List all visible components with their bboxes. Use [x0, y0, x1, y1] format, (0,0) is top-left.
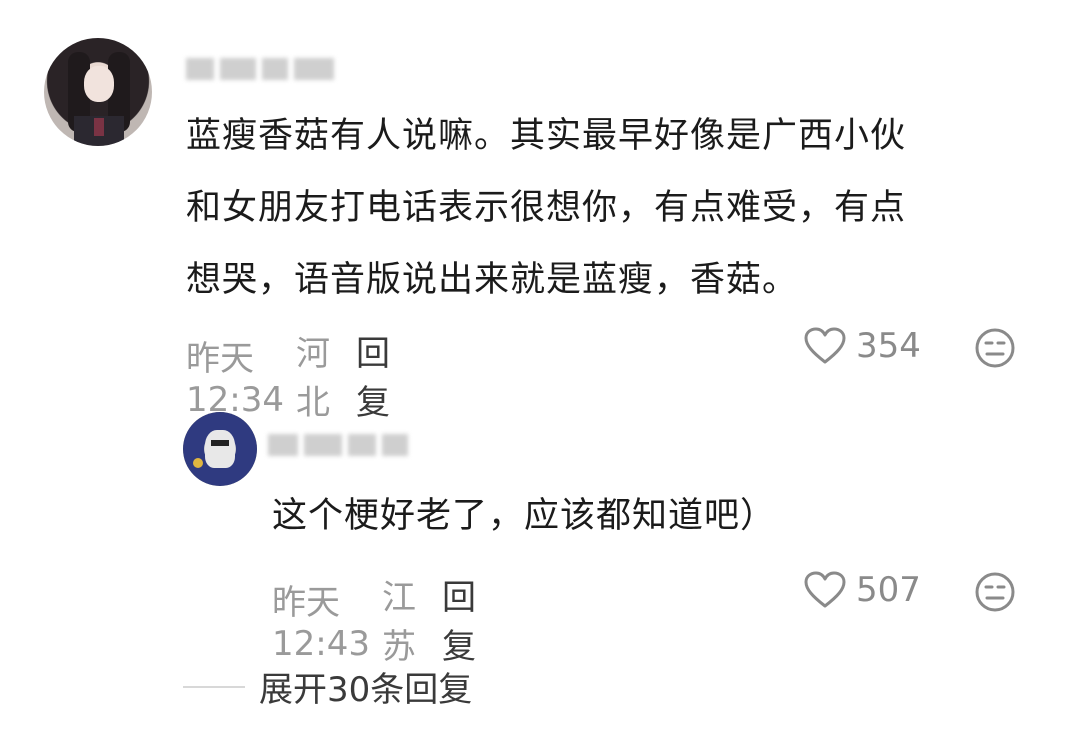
reply-button[interactable]: 回复 [442, 570, 476, 668]
comment-location: 河北 [295, 334, 330, 423]
expand-replies-button[interactable]: 展开30条回复 [183, 662, 472, 711]
avatar-figure [205, 430, 235, 468]
comment-time: 昨天 12:34 [186, 338, 284, 420]
avatar-figure-accent [193, 458, 203, 468]
avatar[interactable] [183, 412, 257, 486]
comment-text: 蓝瘦香菇有人说嘛。其实最早好像是广西小伙 和女朋友打电话表示很想你，有点难受，有… [186, 116, 907, 300]
avatar-figure-detail [211, 440, 229, 446]
reply-location: 江苏 [381, 578, 416, 667]
reply-time: 昨天 12:43 [272, 582, 370, 664]
heart-outline-icon [804, 571, 846, 608]
username-redacted[interactable] [186, 52, 334, 86]
dislike-button[interactable] [974, 571, 1016, 617]
reply-button[interactable]: 回复 [356, 326, 390, 424]
avatar-face [84, 66, 114, 102]
meh-face-icon [975, 572, 1015, 612]
like-button[interactable]: 354 [804, 326, 921, 366]
like-count: 354 [856, 326, 921, 366]
reply-text: 这个梗好老了，应该都知道吧） [272, 496, 777, 536]
divider-line [183, 685, 245, 688]
heart-outline-icon [804, 327, 846, 364]
comment-meta: 昨天 12:34 河北 回复 [186, 326, 390, 424]
reply-meta: 昨天 12:43 江苏 回复 [272, 570, 476, 668]
like-button[interactable]: 507 [804, 570, 921, 610]
avatar-tie [94, 118, 104, 136]
dislike-button[interactable] [974, 327, 1016, 373]
username-redacted[interactable] [268, 428, 408, 462]
meh-face-icon [975, 328, 1015, 368]
avatar[interactable] [44, 38, 152, 146]
expand-replies-label: 展开30条回复 [259, 670, 473, 710]
like-count: 507 [856, 570, 921, 610]
